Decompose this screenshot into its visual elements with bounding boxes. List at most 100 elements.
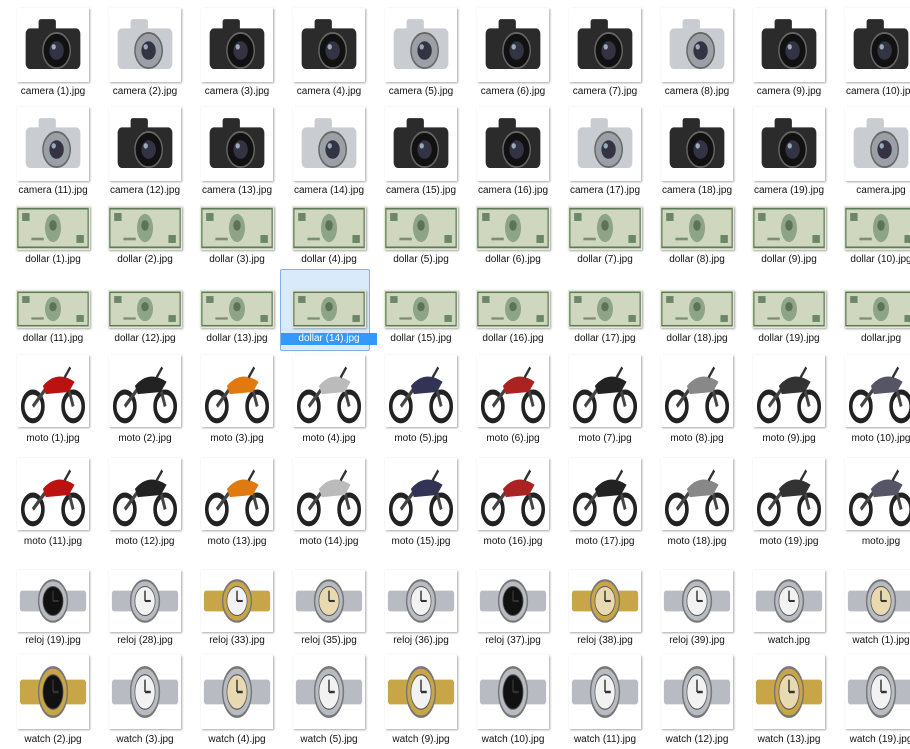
file-name-label: camera (12).jpg	[109, 185, 181, 196]
banknote-thumbnail-icon[interactable]	[844, 206, 910, 250]
banknote-thumbnail-icon[interactable]	[844, 290, 910, 328]
wristwatch-thumbnail-icon[interactable]	[477, 655, 549, 729]
wristwatch-thumbnail-icon[interactable]	[845, 570, 910, 632]
camera-thumbnail-icon[interactable]	[845, 8, 910, 82]
camera-thumbnail-icon[interactable]	[753, 8, 825, 82]
file-name-label: moto (4).jpg	[302, 433, 356, 444]
file-name-label: watch (12).jpg	[665, 734, 729, 745]
camera-thumbnail-icon[interactable]	[661, 8, 733, 82]
camera-thumbnail-icon[interactable]	[293, 8, 365, 82]
motorcycle-thumbnail-icon[interactable]	[109, 458, 181, 530]
file-name-label: camera (2).jpg	[112, 86, 178, 97]
camera-thumbnail-icon[interactable]	[385, 8, 457, 82]
motorcycle-thumbnail-icon[interactable]	[17, 355, 89, 427]
wristwatch-thumbnail-icon[interactable]	[293, 655, 365, 729]
file-name-label: camera (10).jpg	[845, 86, 910, 97]
motorcycle-thumbnail-icon[interactable]	[477, 458, 549, 530]
camera-thumbnail-icon[interactable]	[17, 107, 89, 181]
wristwatch-thumbnail-icon[interactable]	[477, 570, 549, 632]
camera-thumbnail-icon[interactable]	[845, 107, 910, 181]
file-name-label: moto (18).jpg	[667, 536, 727, 547]
motorcycle-thumbnail-icon[interactable]	[109, 355, 181, 427]
motorcycle-thumbnail-icon[interactable]	[477, 355, 549, 427]
camera-thumbnail-icon[interactable]	[569, 8, 641, 82]
file-name-label: moto (9).jpg	[762, 433, 816, 444]
motorcycle-thumbnail-icon[interactable]	[753, 355, 825, 427]
motorcycle-thumbnail-icon[interactable]	[201, 355, 273, 427]
wristwatch-thumbnail-icon[interactable]	[753, 570, 825, 632]
banknote-thumbnail-icon[interactable]	[660, 290, 734, 328]
camera-thumbnail-icon[interactable]	[753, 107, 825, 181]
banknote-thumbnail-icon[interactable]	[568, 206, 642, 250]
camera-thumbnail-icon[interactable]	[109, 8, 181, 82]
camera-thumbnail-icon[interactable]	[661, 107, 733, 181]
wristwatch-thumbnail-icon[interactable]	[385, 655, 457, 729]
camera-thumbnail-icon[interactable]	[385, 107, 457, 181]
banknote-thumbnail-icon[interactable]	[200, 206, 274, 250]
motorcycle-thumbnail-icon[interactable]	[385, 458, 457, 530]
wristwatch-thumbnail-icon[interactable]	[201, 655, 273, 729]
file-name-label: dollar (10).jpg	[850, 254, 910, 265]
wristwatch-thumbnail-icon[interactable]	[17, 570, 89, 632]
wristwatch-thumbnail-icon[interactable]	[109, 570, 181, 632]
motorcycle-thumbnail-icon[interactable]	[569, 355, 641, 427]
wristwatch-thumbnail-icon[interactable]	[109, 655, 181, 729]
banknote-thumbnail-icon[interactable]	[200, 290, 274, 328]
motorcycle-thumbnail-icon[interactable]	[661, 458, 733, 530]
banknote-thumbnail-icon[interactable]	[384, 290, 458, 328]
banknote-thumbnail-icon[interactable]	[384, 206, 458, 250]
file-name-label: dollar (13).jpg	[206, 333, 268, 344]
motorcycle-thumbnail-icon[interactable]	[17, 458, 89, 530]
camera-thumbnail-icon[interactable]	[201, 107, 273, 181]
camera-thumbnail-icon[interactable]	[293, 107, 365, 181]
banknote-thumbnail-icon[interactable]	[108, 290, 182, 328]
camera-thumbnail-icon[interactable]	[17, 8, 89, 82]
wristwatch-thumbnail-icon[interactable]	[661, 655, 733, 729]
camera-thumbnail-icon[interactable]	[109, 107, 181, 181]
wristwatch-thumbnail-icon[interactable]	[569, 570, 641, 632]
banknote-thumbnail-icon[interactable]	[292, 290, 366, 328]
motorcycle-thumbnail-icon[interactable]	[201, 458, 273, 530]
file-name-label: reloj (35).jpg	[301, 635, 357, 646]
wristwatch-thumbnail-icon[interactable]	[17, 655, 89, 729]
motorcycle-thumbnail-icon[interactable]	[661, 355, 733, 427]
banknote-thumbnail-icon[interactable]	[16, 290, 90, 328]
banknote-thumbnail-icon[interactable]	[16, 206, 90, 250]
motorcycle-thumbnail-icon[interactable]	[385, 355, 457, 427]
wristwatch-thumbnail-icon[interactable]	[661, 570, 733, 632]
camera-thumbnail-icon[interactable]	[477, 107, 549, 181]
banknote-thumbnail-icon[interactable]	[568, 290, 642, 328]
motorcycle-thumbnail-icon[interactable]	[293, 355, 365, 427]
motorcycle-thumbnail-icon[interactable]	[753, 458, 825, 530]
motorcycle-thumbnail-icon[interactable]	[845, 458, 910, 530]
camera-thumbnail-icon[interactable]	[569, 107, 641, 181]
file-name-label: dollar (11).jpg	[22, 333, 84, 344]
motorcycle-thumbnail-icon[interactable]	[569, 458, 641, 530]
file-name-label: dollar (8).jpg	[669, 254, 725, 265]
file-name-label: dollar (16).jpg	[482, 333, 544, 344]
file-name-label: reloj (38).jpg	[577, 635, 633, 646]
banknote-thumbnail-icon[interactable]	[292, 206, 366, 250]
banknote-thumbnail-icon[interactable]	[108, 206, 182, 250]
banknote-thumbnail-icon[interactable]	[752, 290, 826, 328]
file-name-label: moto (15).jpg	[391, 536, 451, 547]
banknote-thumbnail-icon[interactable]	[476, 206, 550, 250]
wristwatch-thumbnail-icon[interactable]	[201, 570, 273, 632]
motorcycle-thumbnail-icon[interactable]	[293, 458, 365, 530]
camera-thumbnail-icon[interactable]	[201, 8, 273, 82]
banknote-thumbnail-icon[interactable]	[660, 206, 734, 250]
wristwatch-thumbnail-icon[interactable]	[293, 570, 365, 632]
motorcycle-thumbnail-icon[interactable]	[845, 355, 910, 427]
wristwatch-thumbnail-icon[interactable]	[385, 570, 457, 632]
camera-thumbnail-icon[interactable]	[477, 8, 549, 82]
file-name-label: dollar (9).jpg	[761, 254, 817, 265]
banknote-thumbnail-icon[interactable]	[752, 206, 826, 250]
wristwatch-thumbnail-icon[interactable]	[845, 655, 910, 729]
wristwatch-thumbnail-icon[interactable]	[753, 655, 825, 729]
file-name-label: dollar (12).jpg	[114, 333, 176, 344]
file-name-label: camera (7).jpg	[572, 86, 638, 97]
wristwatch-thumbnail-icon[interactable]	[569, 655, 641, 729]
file-name-label: dollar (6).jpg	[485, 254, 541, 265]
banknote-thumbnail-icon[interactable]	[476, 290, 550, 328]
file-name-label: camera (9).jpg	[756, 86, 822, 97]
